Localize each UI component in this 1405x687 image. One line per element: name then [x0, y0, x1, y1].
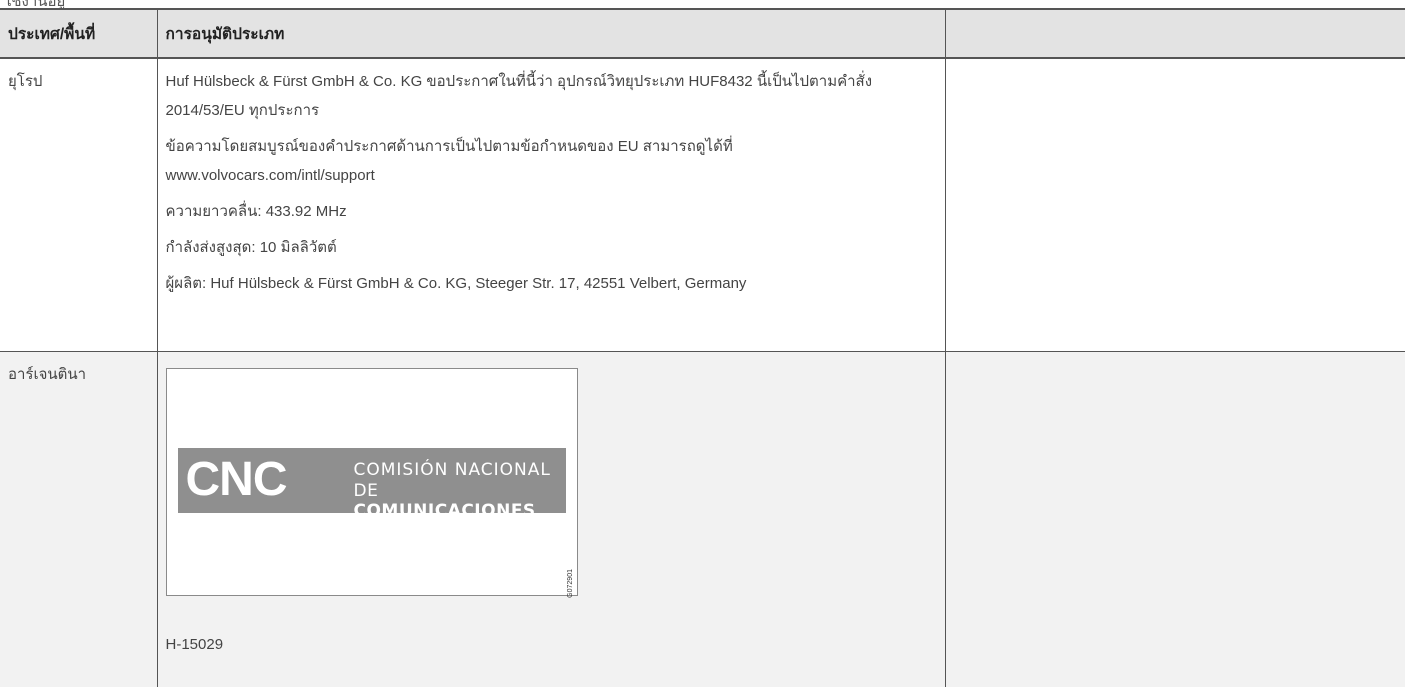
header-extra [945, 9, 1405, 58]
page-top-text: ใช้งานอยู่ [4, 0, 65, 8]
header-approval-type: การอนุมัติประเภท [157, 9, 945, 58]
image-code: G072901 [567, 569, 574, 598]
country-name: อาร์เจนตินา [8, 352, 149, 386]
table-row-europe: ยุโรป Huf Hülsbeck & Fürst GmbH & Co. KG… [0, 58, 1405, 352]
cnc-logo-name-line1: COMISIÓN NACIONAL [354, 460, 551, 480]
table-row-argentina: อาร์เจนตินา CNC COMISIÓN NACIONAL DE COM… [0, 352, 1405, 687]
type-approval-table: ประเทศ/พื้นที่ การอนุมัติประเภท ยุโรป Hu… [0, 8, 1405, 687]
cell-country: อาร์เจนตินา [0, 352, 157, 687]
cell-approval: Huf Hülsbeck & Fürst GmbH & Co. KG ขอประ… [157, 58, 945, 352]
frequency-text: ความยาวคลื่น: 433.92 MHz [166, 197, 937, 226]
declaration-text: Huf Hülsbeck & Fürst GmbH & Co. KG ขอประ… [166, 59, 937, 125]
manufacturer-text: ผู้ผลิต: Huf Hülsbeck & Fürst GmbH & Co.… [166, 269, 937, 298]
cnc-logo-name-line2: DE COMUNICACIONES [354, 481, 566, 521]
clipped-page-text: ใช้งานอยู่ [0, 0, 260, 8]
country-name: ยุโรป [8, 59, 149, 93]
cell-extra [945, 352, 1405, 687]
header-country: ประเทศ/พื้นที่ [0, 9, 157, 58]
cnc-logo-name-bold: COMUNICACIONES [354, 501, 536, 521]
table-header-row: ประเทศ/พื้นที่ การอนุมัติประเภท [0, 9, 1405, 58]
cnc-logo-letters: CNC [186, 454, 287, 506]
cnc-logo-band: CNC COMISIÓN NACIONAL DE COMUNICACIONES [178, 448, 566, 513]
cell-country: ยุโรป [0, 58, 157, 352]
cnc-logo-name-prefix: DE [354, 481, 379, 501]
full-text-availability: ข้อความโดยสมบูรณ์ของคำประกาศด้านการเป็นไ… [166, 132, 937, 190]
cell-extra [945, 58, 1405, 352]
max-power-text: กำลังส่งสูงสุด: 10 มิลลิวัตต์ [166, 233, 937, 262]
cell-approval: CNC COMISIÓN NACIONAL DE COMUNICACIONES … [157, 352, 945, 687]
approval-code: H-15029 [166, 634, 937, 656]
cnc-logo-image: CNC COMISIÓN NACIONAL DE COMUNICACIONES … [166, 368, 578, 596]
